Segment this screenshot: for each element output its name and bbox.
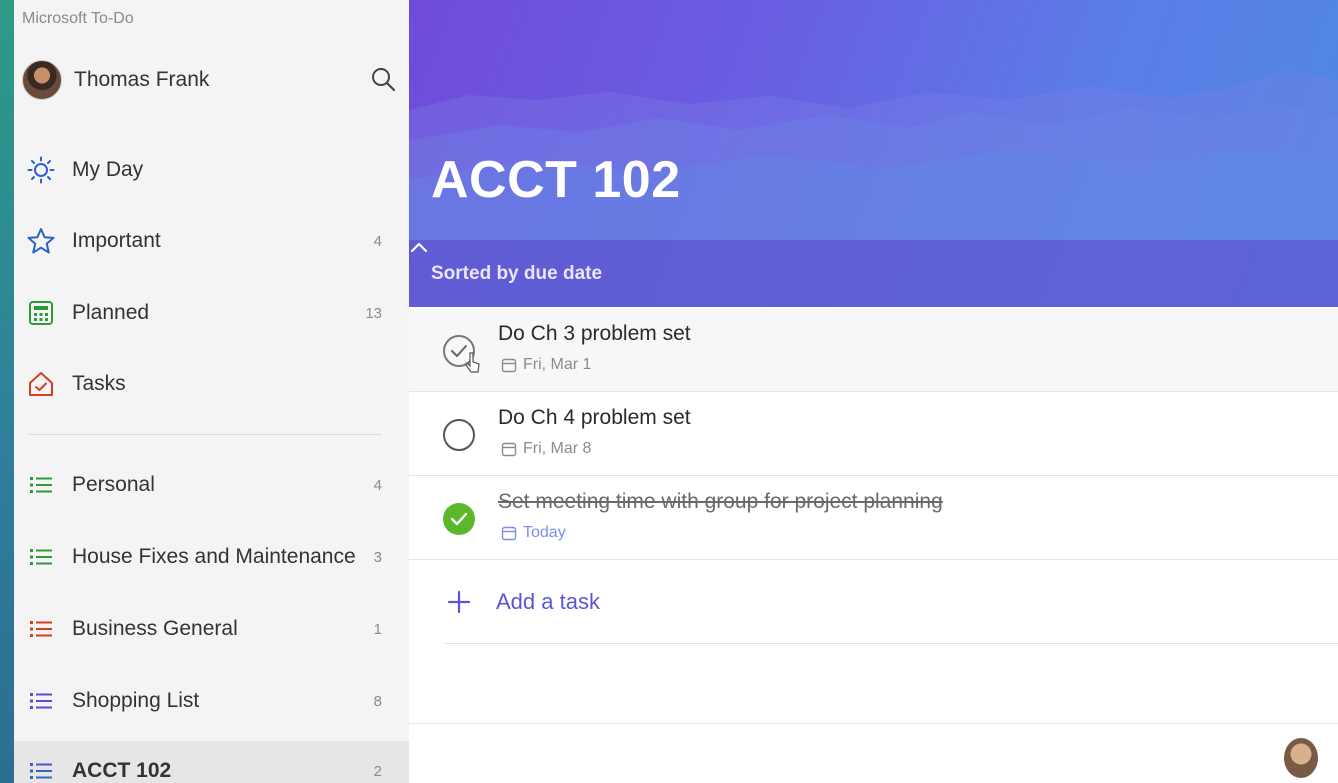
calendar-icon <box>501 442 517 457</box>
checkmark-icon <box>450 512 468 526</box>
add-task-button[interactable]: Add a task <box>444 560 1338 644</box>
list-title[interactable]: ACCT 102 <box>431 150 681 210</box>
task-row[interactable]: Set meeting time with group for project … <box>409 476 1338 560</box>
task-due-date: Today <box>501 524 566 542</box>
task-due-date: Fri, Mar 8 <box>501 440 591 458</box>
list-icon <box>26 614 56 644</box>
plus-icon <box>444 587 474 617</box>
sidebar-item-count: 1 <box>373 620 382 638</box>
task-date-text: Fri, Mar 8 <box>523 440 592 457</box>
avatar[interactable] <box>22 60 62 100</box>
task-due-date: Fri, Mar 1 <box>501 356 591 374</box>
sidebar-divider <box>28 434 382 435</box>
complete-toggle[interactable] <box>443 503 475 535</box>
sidebar-item-label: ACCT 102 <box>72 759 172 782</box>
calendar-grid-icon <box>26 298 56 328</box>
search-icon <box>372 68 396 92</box>
sidebar-item-important[interactable]: Important 4 <box>14 213 394 269</box>
sidebar-item-my-day[interactable]: My Day <box>14 142 394 198</box>
sidebar-item-label: Personal <box>72 473 155 496</box>
sidebar-item-personal[interactable]: Personal 4 <box>14 457 394 513</box>
sidebar-item-tasks[interactable]: Tasks <box>14 356 394 412</box>
complete-toggle[interactable] <box>443 419 475 451</box>
task-row[interactable]: Do Ch 4 problem set Fri, Mar 8 <box>409 392 1338 476</box>
list-icon <box>26 686 56 716</box>
search-button[interactable] <box>368 64 398 94</box>
sun-icon <box>26 155 56 185</box>
sidebar-item-label: House Fixes and Maintenance <box>72 545 356 568</box>
sidebar-item-business-general[interactable]: Business General 1 <box>14 601 394 657</box>
sidebar-item-label: Important <box>72 229 161 252</box>
sidebar-item-label: Shopping List <box>72 689 200 712</box>
app-title: Microsoft To-Do <box>22 10 134 27</box>
sort-toggle-button[interactable] <box>410 242 654 286</box>
add-task-label: Add a task <box>496 588 600 614</box>
task-date-text: Today <box>523 524 566 541</box>
main-panel: ACCT 102 Sorted by due date Do Ch 3 prob… <box>409 0 1338 783</box>
profile[interactable]: Thomas Frank <box>22 56 402 104</box>
sidebar: Microsoft To-Do Thomas Frank My Day Impo… <box>14 0 409 783</box>
house-icon <box>26 369 56 399</box>
list-icon <box>26 542 56 572</box>
task-title: Do Ch 4 problem set <box>498 406 691 429</box>
task-date-text: Fri, Mar 1 <box>523 356 592 373</box>
sidebar-item-planned[interactable]: Planned 13 <box>14 285 394 341</box>
calendar-icon <box>501 358 517 373</box>
sidebar-item-count: 8 <box>373 692 382 710</box>
footer-divider <box>409 723 1338 724</box>
task-title: Set meeting time with group for project … <box>498 490 943 513</box>
sort-label[interactable]: Sorted by due date <box>431 263 602 285</box>
calendar-icon <box>501 526 517 541</box>
sidebar-item-count: 3 <box>373 548 382 566</box>
sidebar-item-label: My Day <box>72 158 144 181</box>
sort-bar: Sorted by due date <box>409 240 1338 307</box>
sidebar-item-label: Business General <box>72 617 238 640</box>
sidebar-item-count: 13 <box>365 304 382 322</box>
presenter-avatar <box>1284 738 1318 778</box>
sidebar-item-acct-102[interactable]: ACCT 102 2 <box>14 741 409 783</box>
sidebar-item-count: 2 <box>373 762 382 780</box>
sidebar-item-count: 4 <box>373 476 382 494</box>
sidebar-item-label: Planned <box>72 301 150 324</box>
profile-name: Thomas Frank <box>74 68 210 91</box>
sidebar-item-shopping-list[interactable]: Shopping List 8 <box>14 673 394 729</box>
task-title: Do Ch 3 problem set <box>498 322 691 345</box>
sidebar-item-label: Tasks <box>72 372 126 395</box>
list-icon <box>26 470 56 500</box>
list-icon <box>26 756 56 783</box>
pointer-cursor-icon <box>465 352 480 373</box>
task-row[interactable]: Do Ch 3 problem set Fri, Mar 1 <box>409 308 1338 392</box>
sidebar-item-count: 4 <box>373 232 382 250</box>
desktop-background <box>0 0 14 783</box>
sidebar-item-house-fixes[interactable]: House Fixes and Maintenance 3 <box>14 529 394 585</box>
star-icon <box>26 226 56 256</box>
chevron-up-icon <box>410 242 428 253</box>
list-header-banner: ACCT 102 Sorted by due date <box>409 0 1338 307</box>
